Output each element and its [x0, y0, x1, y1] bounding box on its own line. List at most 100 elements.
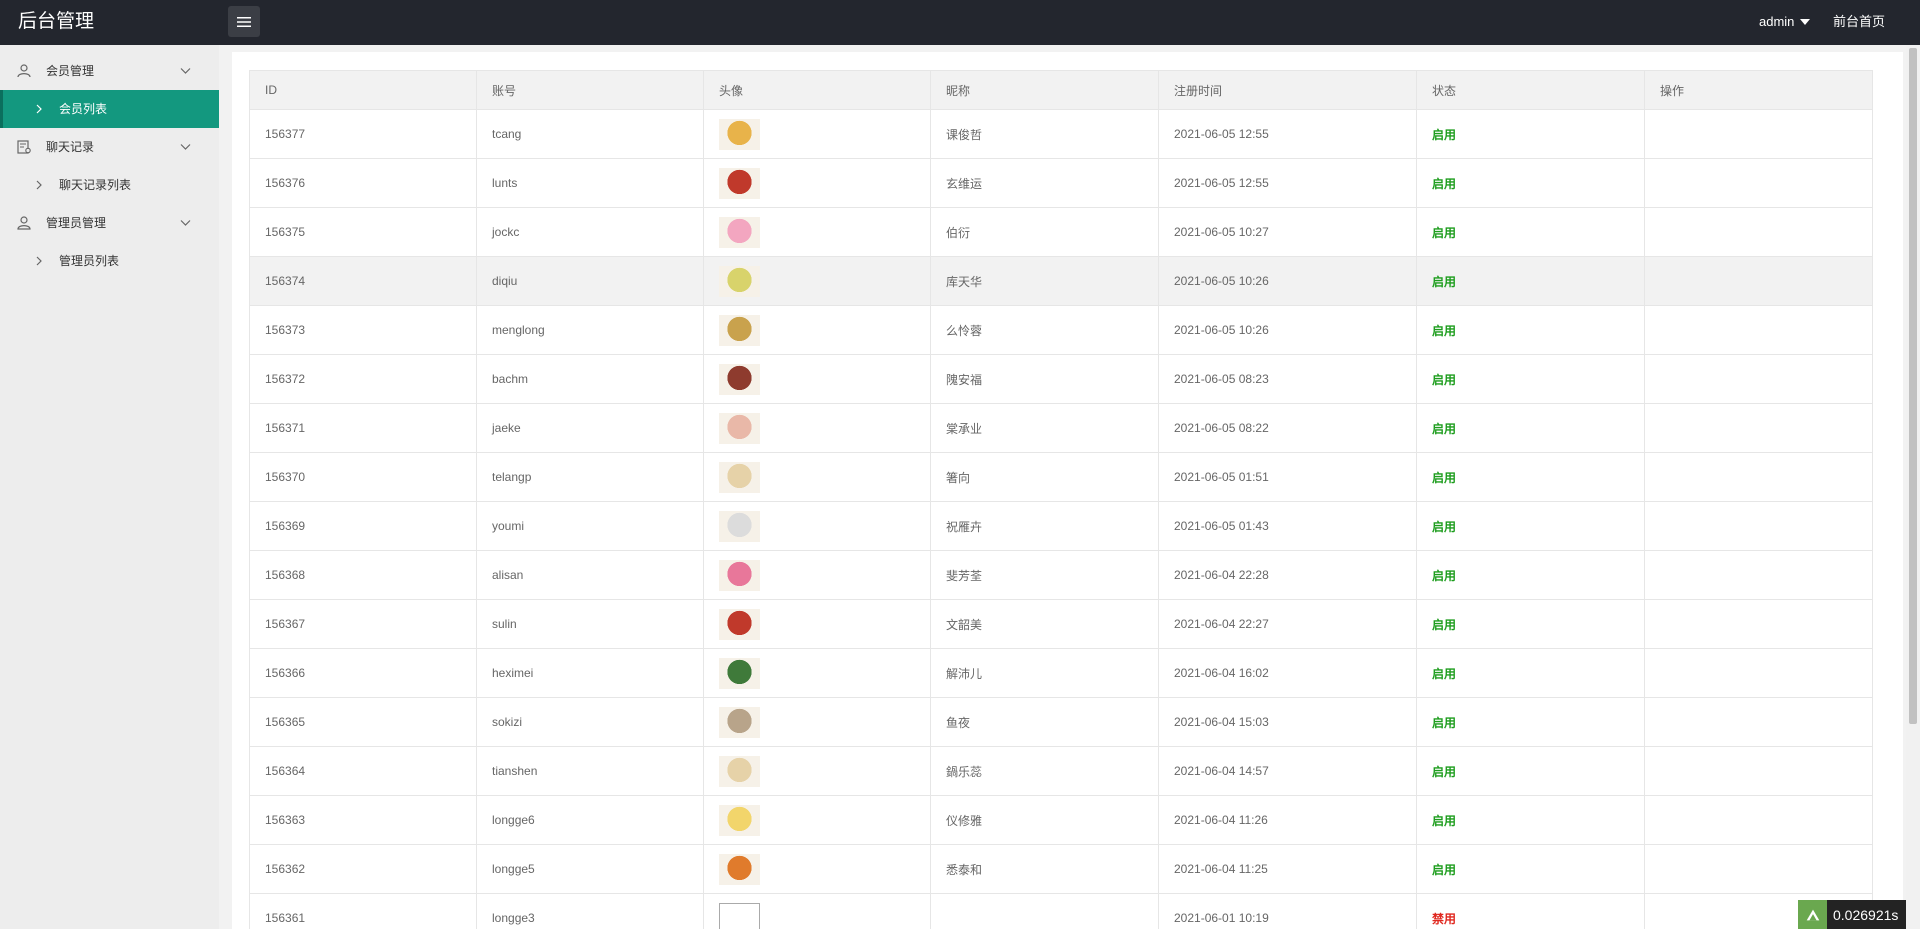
cell-avatar [703, 452, 931, 502]
table-row[interactable]: 156375 jockc 伯衍 2021-06-05 10:27 启用 [249, 207, 1873, 257]
status-badge: 启用 [1432, 764, 1457, 779]
table-row[interactable]: 156366 heximei 解沛儿 2021-06-04 16:02 启用 [249, 648, 1873, 698]
sidebar: 会员管理 会员列表 聊天记录 聊天记录列表 管理员管理 管理员列表 [0, 45, 219, 929]
cell-actions[interactable] [1644, 207, 1873, 257]
table-row[interactable]: 156374 diqiu 库天华 2021-06-05 10:26 启用 [249, 256, 1873, 306]
table-row[interactable]: 156364 tianshen 鍋乐蕊 2021-06-04 14:57 启用 [249, 746, 1873, 796]
column-header-status[interactable]: 状态 [1416, 70, 1645, 110]
member-table: ID 账号 头像 昵称 注册时间 状态 操作 156377 tcang 课俊哲 202… [249, 70, 1873, 929]
cell-account: youmi [476, 501, 704, 551]
cell-actions[interactable] [1644, 403, 1873, 453]
front-home-link[interactable]: 前台首页 [1833, 0, 1885, 43]
table-row[interactable]: 156370 telangp 箸向 2021-06-05 01:51 启用 [249, 452, 1873, 502]
sidebar-item-member-list[interactable]: 会员列表 [0, 90, 219, 128]
avatar-image [719, 755, 760, 787]
table-row[interactable]: 156373 menglong 么怜蓉 2021-06-05 10:26 启用 [249, 305, 1873, 355]
cell-account: tianshen [476, 746, 704, 796]
nav-group-chat-records[interactable]: 聊天记录 [0, 128, 219, 166]
column-header-reg-time[interactable]: 注册时间 [1158, 70, 1417, 110]
cell-actions[interactable] [1644, 648, 1873, 698]
cell-id: 156367 [249, 599, 477, 649]
table-body: 156377 tcang 课俊哲 2021-06-05 12:55 启用 156376 lu… [249, 109, 1873, 929]
menu-toggle-button[interactable] [228, 6, 260, 37]
scrollbar-thumb[interactable] [1909, 48, 1917, 724]
cell-account: longge6 [476, 795, 704, 845]
cell-actions[interactable] [1644, 256, 1873, 306]
cell-actions[interactable] [1644, 501, 1873, 551]
cell-id: 156370 [249, 452, 477, 502]
cell-avatar [703, 109, 931, 159]
avatar-image [719, 853, 760, 885]
cell-actions[interactable] [1644, 599, 1873, 649]
avatar-image [719, 657, 760, 689]
cell-actions[interactable] [1644, 844, 1873, 894]
column-header-avatar[interactable]: 头像 [703, 70, 931, 110]
main-panel: ID 账号 头像 昵称 注册时间 状态 操作 156377 tcang 课俊哲 202… [232, 52, 1903, 929]
cell-nickname: 玄维运 [930, 158, 1159, 208]
sidebar-item-admin-list[interactable]: 管理员列表 [0, 242, 219, 280]
cell-actions[interactable] [1644, 354, 1873, 404]
sidebar-item-label: 会员列表 [59, 102, 108, 116]
cell-nickname: 斐芳荃 [930, 550, 1159, 600]
avatar-image [719, 118, 760, 150]
table-header-row: ID 账号 头像 昵称 注册时间 状态 操作 [249, 70, 1873, 110]
chevron-right-icon [36, 256, 42, 266]
user-menu[interactable]: admin [1759, 0, 1811, 43]
table-row[interactable]: 156376 lunts 玄维运 2021-06-05 12:55 启用 [249, 158, 1873, 208]
cell-status: 启用 [1416, 697, 1645, 747]
cell-account: jaeke [476, 403, 704, 453]
avatar-image [719, 804, 760, 836]
column-header-account[interactable]: 账号 [476, 70, 704, 110]
cell-actions[interactable] [1644, 158, 1873, 208]
table-row[interactable]: 156368 alisan 斐芳荃 2021-06-04 22:28 启用 [249, 550, 1873, 600]
cell-actions[interactable] [1644, 795, 1873, 845]
table-row[interactable]: 156371 jaeke 棠承业 2021-06-05 08:22 启用 [249, 403, 1873, 453]
cell-actions[interactable] [1644, 746, 1873, 796]
cell-actions[interactable] [1644, 550, 1873, 600]
cell-avatar [703, 844, 931, 894]
sidebar-item-chat-record-list[interactable]: 聊天记录列表 [0, 166, 219, 204]
table-row[interactable]: 156361 longge3 2021-06-01 10:19 禁用 [249, 893, 1873, 929]
cell-account: diqiu [476, 256, 704, 306]
cell-actions[interactable] [1644, 452, 1873, 502]
table-row[interactable]: 156369 youmi 祝雁卉 2021-06-05 01:43 启用 [249, 501, 1873, 551]
cell-id: 156364 [249, 746, 477, 796]
status-badge: 启用 [1432, 862, 1457, 877]
table-row[interactable]: 156367 sulin 文韶美 2021-06-04 22:27 启用 [249, 599, 1873, 649]
status-badge: 启用 [1432, 176, 1457, 191]
table-row[interactable]: 156363 longge6 仪修雅 2021-06-04 11:26 启用 [249, 795, 1873, 845]
cell-reg-time: 2021-06-04 11:25 [1158, 844, 1417, 894]
cell-actions[interactable] [1644, 305, 1873, 355]
avatar-image [719, 559, 760, 591]
page-scrollbar[interactable] [1906, 45, 1920, 929]
cell-nickname: 么怜蓉 [930, 305, 1159, 355]
cell-actions[interactable] [1644, 109, 1873, 159]
table-row[interactable]: 156372 bachm 隗安福 2021-06-05 08:23 启用 [249, 354, 1873, 404]
username: admin [1759, 14, 1795, 29]
table-row[interactable]: 156377 tcang 课俊哲 2021-06-05 12:55 启用 [249, 109, 1873, 159]
table-row[interactable]: 156362 longge5 悉泰和 2021-06-04 11:25 启用 [249, 844, 1873, 894]
column-header-nickname[interactable]: 昵称 [930, 70, 1159, 110]
admin-icon [17, 216, 31, 230]
cell-reg-time: 2021-06-05 10:26 [1158, 256, 1417, 306]
user-icon [17, 64, 31, 78]
avatar-image [719, 510, 760, 542]
column-header-actions[interactable]: 操作 [1644, 70, 1873, 110]
nav-group-members[interactable]: 会员管理 [0, 52, 219, 90]
cell-account: longge5 [476, 844, 704, 894]
chevron-down-icon [180, 144, 191, 150]
avatar-image [719, 608, 760, 640]
caret-down-icon [1800, 18, 1811, 25]
cell-avatar [703, 550, 931, 600]
table-row[interactable]: 156365 sokizi 鱼夜 2021-06-04 15:03 启用 [249, 697, 1873, 747]
cell-reg-time: 2021-06-04 14:57 [1158, 746, 1417, 796]
cell-account: menglong [476, 305, 704, 355]
cell-status: 启用 [1416, 256, 1645, 306]
avatar-image [719, 461, 760, 493]
chevron-down-icon [180, 220, 191, 226]
cell-account: alisan [476, 550, 704, 600]
nav-group-admins[interactable]: 管理员管理 [0, 204, 219, 242]
column-header-id[interactable]: ID [249, 70, 477, 110]
cell-actions[interactable] [1644, 697, 1873, 747]
cell-nickname: 棠承业 [930, 403, 1159, 453]
